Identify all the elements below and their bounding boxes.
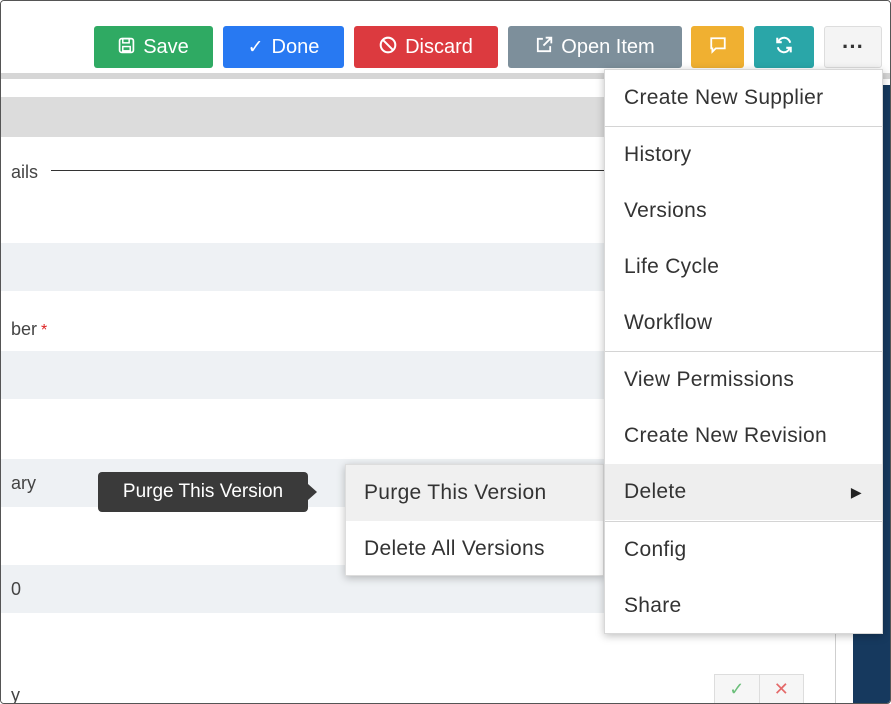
open-item-label: Open Item (561, 35, 655, 58)
menu-item-config[interactable]: Config (605, 522, 882, 578)
cancel-icon[interactable]: ✕ (760, 675, 804, 703)
submenu-item-delete-all-versions[interactable]: Delete All Versions (346, 521, 603, 577)
comment-icon (709, 36, 727, 58)
field-label: y (11, 685, 20, 704)
save-icon (118, 37, 135, 58)
field-label: ary (11, 473, 37, 493)
field-label: ber * (11, 319, 47, 340)
done-label: Done (271, 35, 320, 58)
menu-item-view-permissions[interactable]: View Permissions (605, 352, 882, 408)
menu-item-workflow[interactable]: Workflow (605, 295, 882, 351)
ellipsis-icon: ··· (842, 34, 864, 59)
done-button[interactable]: ✓ Done (223, 26, 344, 68)
caret-right-icon: ▶ (850, 483, 862, 500)
checkmark-icon: ✓ (247, 36, 264, 58)
open-item-button[interactable]: Open Item (508, 26, 682, 68)
external-link-icon (535, 36, 553, 58)
menu-item-life-cycle[interactable]: Life Cycle (605, 239, 882, 295)
delete-submenu: Purge This Version Delete All Versions (345, 464, 604, 576)
menu-item-delete-label: Delete (624, 480, 687, 503)
tooltip: Purge This Version (98, 472, 317, 512)
discard-label: Discard (405, 35, 473, 58)
submenu-item-purge-this-version[interactable]: Purge This Version (346, 465, 603, 521)
menu-item-share[interactable]: Share (605, 578, 882, 634)
save-button[interactable]: Save (94, 26, 213, 68)
comment-button[interactable] (691, 26, 744, 68)
field-label-text: ber (11, 319, 38, 339)
field-label: 0 (11, 579, 22, 599)
more-options-button[interactable]: ··· (824, 26, 882, 68)
menu-item-create-new-supplier[interactable]: Create New Supplier (605, 70, 882, 126)
more-options-menu: Create New Supplier History Versions Lif… (604, 69, 883, 634)
menu-item-versions[interactable]: Versions (605, 183, 882, 239)
app-window: Save ✓ Done Discard Open Item ··· ails b… (0, 0, 891, 704)
required-marker: * (41, 322, 48, 339)
section-divider (51, 170, 611, 171)
discard-button[interactable]: Discard (354, 26, 498, 68)
refresh-button[interactable] (754, 26, 814, 68)
menu-item-delete[interactable]: Delete ▶ (605, 464, 882, 520)
menu-item-history[interactable]: History (605, 127, 882, 183)
menu-item-create-new-revision[interactable]: Create New Revision (605, 408, 882, 464)
save-label: Save (143, 35, 189, 58)
section-title: ails (11, 162, 39, 182)
inline-edit-actions: ✓ ✕ (714, 674, 804, 703)
refresh-icon (775, 36, 793, 58)
toolbar: Save ✓ Done Discard Open Item ··· (1, 1, 890, 79)
ban-icon (379, 36, 397, 58)
confirm-icon[interactable]: ✓ (715, 675, 760, 703)
